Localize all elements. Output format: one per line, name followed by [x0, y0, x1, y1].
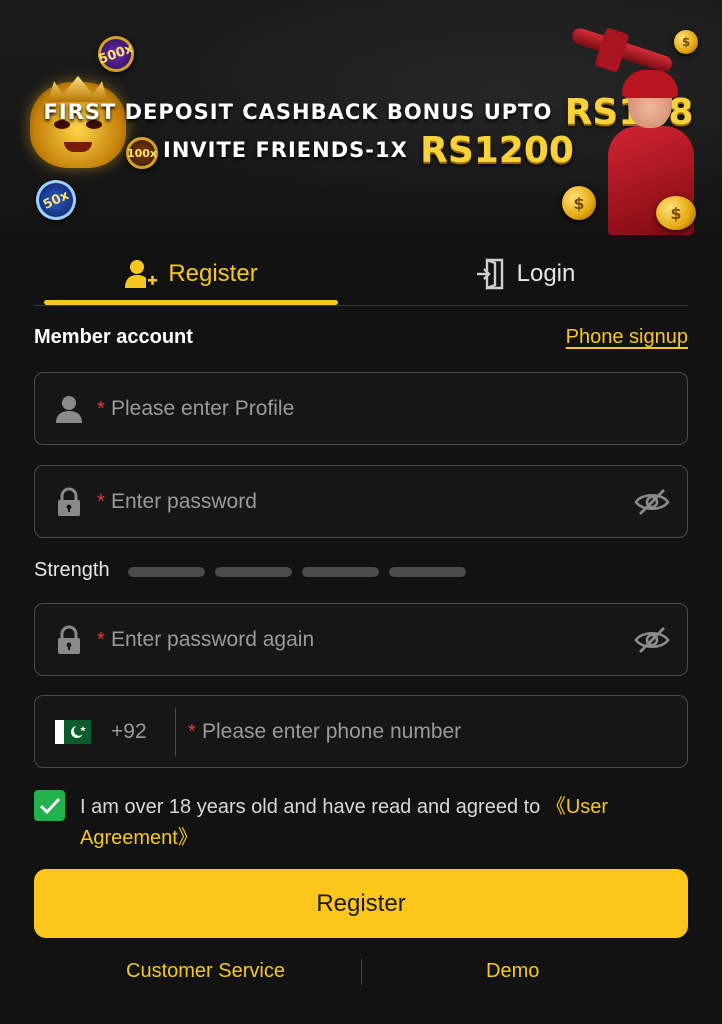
eye-slash-icon[interactable]	[633, 484, 671, 520]
confirm-password-field[interactable]: *	[34, 603, 688, 676]
lock-icon	[53, 624, 85, 656]
password-field[interactable]: *	[34, 465, 688, 538]
coin-icon: $	[674, 30, 698, 54]
footer-divider	[361, 959, 362, 985]
strength-bar	[389, 567, 466, 577]
user-icon	[53, 393, 85, 425]
register-button[interactable]: Register	[34, 869, 688, 938]
password-strength: Strength	[34, 558, 688, 584]
country-code[interactable]: +92	[111, 720, 147, 744]
footer-links: Customer Service Demo	[34, 956, 688, 988]
airplane-illustration	[560, 24, 680, 74]
customer-service-link[interactable]: Customer Service	[126, 960, 285, 983]
required-mark: *	[97, 398, 105, 420]
field-divider	[175, 708, 176, 756]
banner-text-2: INVITE FRIENDS-1X	[163, 138, 408, 162]
phone-signup-link[interactable]: Phone signup	[566, 326, 688, 349]
checkmark-icon	[39, 797, 60, 814]
multiplier-chip-500: 500x	[92, 30, 140, 78]
user-plus-icon	[124, 257, 158, 291]
eye-slash-icon[interactable]	[633, 622, 671, 658]
tab-register-label: Register	[168, 260, 258, 287]
multiplier-chip-50: 50x	[29, 173, 83, 227]
required-mark: *	[188, 721, 196, 743]
section-header: Member account Phone signup	[34, 326, 688, 354]
demo-link[interactable]: Demo	[486, 960, 539, 983]
required-mark: *	[97, 629, 105, 651]
confirm-password-input[interactable]	[111, 622, 631, 658]
pakistan-flag-icon[interactable]	[55, 720, 91, 744]
phone-field[interactable]: +92 *	[34, 695, 688, 768]
tab-login-label: Login	[516, 260, 576, 287]
tab-login[interactable]: Login	[374, 244, 674, 304]
profile-field[interactable]: *	[34, 372, 688, 445]
member-account-title: Member account	[34, 326, 193, 348]
register-page: 500x 100x 50x FIRST DEPOSIT CASHBACK BON…	[0, 0, 722, 1024]
password-input[interactable]	[111, 484, 631, 520]
tab-register[interactable]: Register	[44, 244, 338, 304]
agreement-checkbox[interactable]	[34, 790, 65, 821]
profile-input[interactable]	[111, 391, 631, 427]
agreement-text: I am over 18 years old and have read and…	[80, 792, 680, 854]
promo-banner[interactable]: 500x 100x 50x FIRST DEPOSIT CASHBACK BON…	[0, 0, 722, 235]
strength-bar	[302, 567, 379, 577]
strength-bar	[128, 567, 205, 577]
phone-input[interactable]	[202, 714, 672, 750]
lock-icon	[53, 486, 85, 518]
agreement-statement: I am over 18 years old and have read and…	[80, 796, 546, 818]
auth-tabs: Register Login	[34, 244, 688, 306]
banner-text-1: FIRST DEPOSIT CASHBACK BONUS UPTO	[43, 100, 553, 124]
required-mark: *	[97, 491, 105, 513]
coin-icon: $	[562, 186, 596, 220]
door-enter-icon	[473, 257, 507, 291]
strength-bar	[215, 567, 292, 577]
active-tab-indicator	[44, 300, 338, 305]
agreement-row: I am over 18 years old and have read and…	[34, 790, 688, 850]
strength-label: Strength	[34, 559, 110, 581]
banner-amount-2: RS1200	[420, 130, 574, 171]
coin-icon: $	[656, 196, 696, 230]
